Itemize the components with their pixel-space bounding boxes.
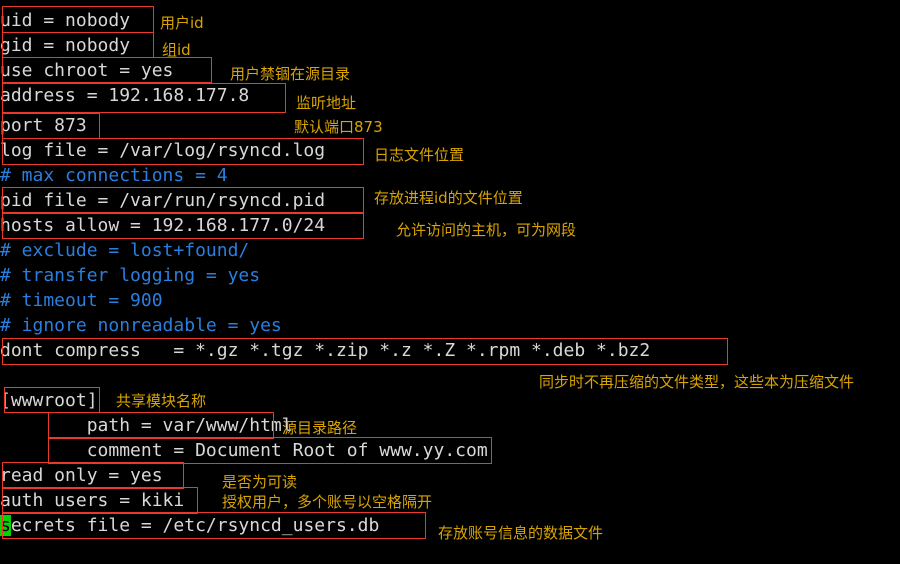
wwwroot-note: 共享模块名称	[116, 392, 207, 410]
code-line[interactable]: # transfer logging = yes	[0, 263, 260, 288]
read-only-note: 是否为可读	[222, 473, 298, 491]
port-note: 默认端口873	[294, 118, 383, 136]
code-line[interactable]: log file = /var/log/rsyncd.log	[0, 138, 325, 163]
chroot-note: 用户禁锢在源目录	[230, 65, 351, 83]
code-line[interactable]: # ignore nonreadable = yes	[0, 313, 282, 338]
code-line[interactable]: secrets file = /etc/rsyncd_users.db	[0, 513, 379, 538]
code-line[interactable]: # timeout = 900	[0, 288, 163, 313]
code-line[interactable]: pid file = /var/run/rsyncd.pid	[0, 188, 325, 213]
hosts-allow-note: 允许访问的主机，可为网段	[396, 221, 577, 239]
terminal-screen: uid = nobody gid = nobody use chroot = yes…	[0, 0, 900, 564]
code-line[interactable]: gid = nobody	[0, 33, 130, 58]
code-line[interactable]: address = 192.168.177.8	[0, 83, 249, 108]
code-line[interactable]: uid = nobody	[0, 8, 130, 33]
code-text: ecrets file = /etc/rsyncd_users.db	[10, 515, 380, 536]
uid-note: 用户id	[160, 14, 204, 32]
path-note: 源目录路径	[282, 419, 358, 437]
code-line[interactable]: use chroot = yes	[0, 58, 173, 83]
code-line[interactable]: port 873	[0, 113, 87, 138]
text-cursor: s	[0, 515, 11, 536]
dont-compress-note: 同步时不再压缩的文件类型，这些本为压缩文件	[539, 373, 855, 391]
code-line[interactable]: auth users = kiki	[0, 488, 184, 513]
code-line[interactable]: [wwwroot]	[0, 388, 98, 413]
code-line[interactable]: dont compress = *.gz *.tgz *.zip *.z *.Z…	[0, 338, 650, 363]
code-line[interactable]: # exclude = lost+found/	[0, 238, 249, 263]
code-line[interactable]: hosts allow = 192.168.177.0/24	[0, 213, 325, 238]
code-line[interactable]: # max connections = 4	[0, 163, 228, 188]
gid-note: 组id	[162, 41, 191, 59]
code-line[interactable]: read only = yes	[0, 463, 163, 488]
code-line[interactable]: path = var/www/html	[0, 413, 293, 438]
secrets-file-note: 存放账号信息的数据文件	[438, 524, 604, 542]
pid-file-note: 存放进程id的文件位置	[374, 189, 523, 207]
auth-users-note: 授权用户，多个账号以空格隔开	[222, 493, 433, 511]
log-file-note: 日志文件位置	[374, 146, 465, 164]
code-line[interactable]: comment = Document Root of www.yy.com	[0, 438, 488, 463]
address-note: 监听地址	[296, 94, 357, 112]
